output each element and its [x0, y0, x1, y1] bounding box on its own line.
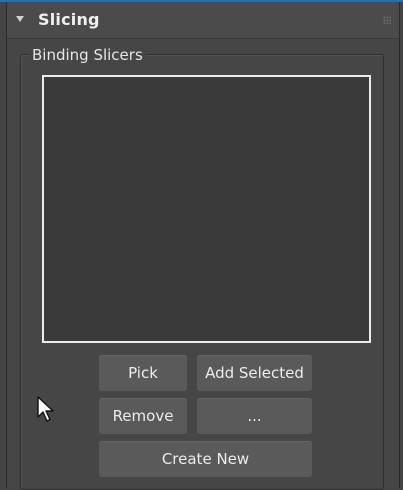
pick-button[interactable]: Pick	[99, 355, 187, 391]
remove-button[interactable]: Remove	[99, 398, 187, 434]
drag-grip-icon[interactable]	[383, 16, 391, 24]
mouse-pointer-icon	[37, 396, 54, 422]
add-selected-button[interactable]: Add Selected	[197, 355, 312, 391]
create-new-button[interactable]: Create New	[99, 441, 312, 477]
collapse-arrow-icon[interactable]	[16, 16, 24, 22]
more-options-button[interactable]: ...	[197, 398, 312, 434]
rollout-header[interactable]: Slicing	[7, 2, 399, 39]
rollout-title: Slicing	[38, 10, 100, 29]
command-panel: Slicing Binding Slicers Pick Add Selecte…	[0, 0, 403, 490]
group-label: Binding Slicers	[29, 46, 146, 64]
binding-slicers-list[interactable]	[42, 75, 371, 343]
